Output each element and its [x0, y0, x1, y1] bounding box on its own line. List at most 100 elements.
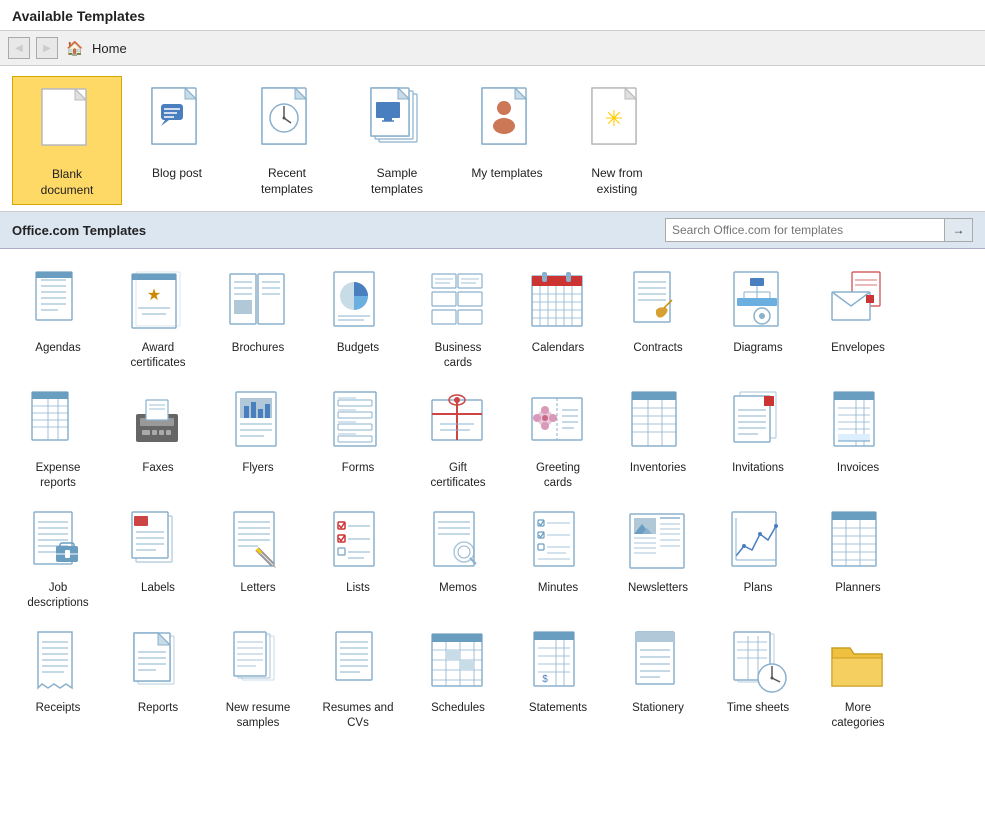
tpl-forms[interactable]: Forms: [308, 379, 408, 499]
nav-path: Home: [92, 41, 127, 56]
tpl-gift[interactable]: Giftcertificates: [408, 379, 508, 499]
tpl-calendars[interactable]: Calendars: [508, 259, 608, 379]
planners-icon: [823, 507, 893, 577]
blank-icon: [32, 83, 102, 163]
tpl-expense[interactable]: Expensereports: [8, 379, 108, 499]
tpl-newsletters[interactable]: Newsletters: [608, 499, 708, 619]
forms-label: Forms: [342, 461, 375, 476]
tpl-memos[interactable]: Memos: [408, 499, 508, 619]
tpl-contracts[interactable]: Contracts: [608, 259, 708, 379]
timesheets-label: Time sheets: [727, 701, 789, 716]
tpl-lists[interactable]: Lists: [308, 499, 408, 619]
faxes-icon: [123, 387, 193, 457]
faxes-label: Faxes: [142, 461, 173, 476]
newexisting-label: New fromexisting: [591, 166, 642, 197]
tpl-invoices[interactable]: Invoices: [808, 379, 908, 499]
tpl-award[interactable]: ★ Awardcertificates: [108, 259, 208, 379]
agendas-label: Agendas: [35, 341, 80, 356]
blog-icon: [142, 82, 212, 162]
letters-label: Letters: [240, 581, 275, 596]
statements-label: Statements: [529, 701, 587, 716]
top-item-sample[interactable]: Sampletemplates: [342, 76, 452, 205]
top-item-blank[interactable]: Blankdocument: [12, 76, 122, 205]
reports-label: Reports: [138, 701, 178, 716]
search-button[interactable]: →: [945, 218, 973, 242]
top-item-my[interactable]: My templates: [452, 76, 562, 205]
expense-icon: [23, 387, 93, 457]
tpl-labels[interactable]: Labels: [108, 499, 208, 619]
stationery-label: Stationery: [632, 701, 684, 716]
schedules-icon: [423, 627, 493, 697]
tpl-letters[interactable]: Letters: [208, 499, 308, 619]
nav-bar: ◀ ▶ 🏠 Home: [0, 31, 985, 66]
job-icon: [23, 507, 93, 577]
tpl-planners[interactable]: Planners: [808, 499, 908, 619]
forms-icon: [323, 387, 393, 457]
tpl-timesheets[interactable]: Time sheets: [708, 619, 808, 739]
sample-icon: [362, 82, 432, 162]
inventories-icon: [623, 387, 693, 457]
brochures-label: Brochures: [232, 341, 284, 356]
contracts-label: Contracts: [633, 341, 682, 356]
top-item-recent[interactable]: Recenttemplates: [232, 76, 342, 205]
search-area: →: [665, 218, 973, 242]
tpl-reports[interactable]: Reports: [108, 619, 208, 739]
my-icon: [472, 82, 542, 162]
resumes-icon: [323, 627, 393, 697]
tpl-receipts[interactable]: Receipts: [8, 619, 108, 739]
reports-icon: [123, 627, 193, 697]
tpl-resume-new[interactable]: New resumesamples: [208, 619, 308, 739]
tpl-schedules[interactable]: Schedules: [408, 619, 508, 739]
labels-label: Labels: [141, 581, 175, 596]
tpl-flyers[interactable]: Flyers: [208, 379, 308, 499]
tpl-greeting[interactable]: Greetingcards: [508, 379, 608, 499]
minutes-label: Minutes: [538, 581, 578, 596]
tpl-bizcards[interactable]: Businesscards: [408, 259, 508, 379]
sample-label: Sampletemplates: [371, 166, 423, 197]
plans-icon: [723, 507, 793, 577]
greeting-icon: [523, 387, 593, 457]
tpl-budgets[interactable]: Budgets: [308, 259, 408, 379]
tpl-statements[interactable]: $ Statements: [508, 619, 608, 739]
tpl-resumes[interactable]: Resumes andCVs: [308, 619, 408, 739]
tpl-faxes[interactable]: Faxes: [108, 379, 208, 499]
tpl-minutes[interactable]: Minutes: [508, 499, 608, 619]
letters-icon: [223, 507, 293, 577]
tpl-inventories[interactable]: Inventories: [608, 379, 708, 499]
memos-label: Memos: [439, 581, 477, 596]
tpl-invitations[interactable]: Invitations: [708, 379, 808, 499]
budgets-label: Budgets: [337, 341, 379, 356]
home-icon[interactable]: 🏠: [64, 37, 86, 59]
tpl-plans[interactable]: Plans: [708, 499, 808, 619]
lists-icon: [323, 507, 393, 577]
inventories-label: Inventories: [630, 461, 686, 476]
blank-label: Blankdocument: [41, 167, 94, 198]
labels-icon: [123, 507, 193, 577]
timesheets-icon: [723, 627, 793, 697]
back-button[interactable]: ◀: [8, 37, 30, 59]
forward-button[interactable]: ▶: [36, 37, 58, 59]
top-item-newexisting[interactable]: ✳ New fromexisting: [562, 76, 672, 205]
tpl-job[interactable]: Jobdescriptions: [8, 499, 108, 619]
resume-new-icon: [223, 627, 293, 697]
my-label: My templates: [471, 166, 542, 182]
bizcards-icon: [423, 267, 493, 337]
search-input[interactable]: [665, 218, 945, 242]
memos-icon: [423, 507, 493, 577]
tpl-envelopes[interactable]: Envelopes: [808, 259, 908, 379]
tpl-stationery[interactable]: Stationery: [608, 619, 708, 739]
flyers-icon: [223, 387, 293, 457]
brochures-icon: [223, 267, 293, 337]
planners-label: Planners: [835, 581, 880, 596]
page-title: Available Templates: [0, 0, 985, 31]
statements-icon: $: [523, 627, 593, 697]
tpl-diagrams[interactable]: Diagrams: [708, 259, 808, 379]
top-item-blog[interactable]: Blog post: [122, 76, 232, 205]
tpl-brochures[interactable]: Brochures: [208, 259, 308, 379]
tpl-agendas[interactable]: Agendas: [8, 259, 108, 379]
gift-icon: [423, 387, 493, 457]
agendas-icon: [23, 267, 93, 337]
svg-text:★: ★: [147, 287, 161, 304]
blog-label: Blog post: [152, 166, 202, 182]
tpl-more[interactable]: Morecategories: [808, 619, 908, 739]
